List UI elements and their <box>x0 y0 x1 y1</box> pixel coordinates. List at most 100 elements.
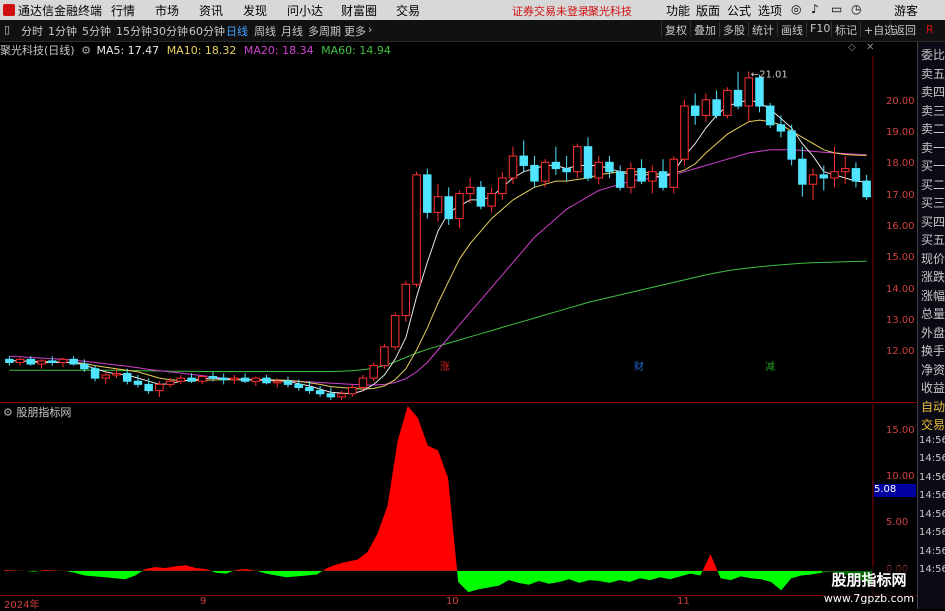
candle[interactable] <box>723 87 732 119</box>
candle[interactable] <box>348 384 357 397</box>
candle[interactable] <box>47 356 57 366</box>
period-tab-monthly[interactable]: 月线 <box>281 23 303 39</box>
candle[interactable] <box>176 374 186 385</box>
side-panel-item[interactable]: 涨跌 <box>921 268 945 285</box>
toolbar-toggle-icon[interactable]: ▯ <box>4 23 10 36</box>
side-panel-item[interactable]: 14:56 <box>919 564 945 575</box>
candle[interactable] <box>230 374 239 385</box>
candle[interactable] <box>519 140 528 172</box>
candle[interactable] <box>283 376 293 388</box>
side-panel-item[interactable]: 交易 <box>921 416 945 433</box>
candle[interactable] <box>58 357 68 368</box>
candle[interactable] <box>562 156 571 182</box>
side-panel-item[interactable]: 买二 <box>921 176 945 193</box>
candle[interactable] <box>594 156 603 185</box>
event-marker[interactable]: 减 <box>765 361 775 373</box>
candle[interactable] <box>862 174 871 200</box>
side-panel-item[interactable]: 委比 <box>921 46 945 63</box>
candle[interactable] <box>37 359 46 369</box>
candle[interactable] <box>197 374 207 385</box>
side-panel-item[interactable]: 卖三 <box>921 102 945 119</box>
menu-formula[interactable]: 公式 <box>727 2 751 19</box>
candle[interactable] <box>101 371 111 385</box>
candle[interactable] <box>808 168 818 200</box>
side-panel-item[interactable]: 总量 <box>921 305 945 322</box>
realtime-r-icon[interactable]: R <box>926 23 934 36</box>
guest-login[interactable]: 游客 <box>894 2 918 19</box>
side-panel-item[interactable]: 卖五 <box>921 65 945 82</box>
side-panel-item[interactable]: 14:56 <box>919 453 945 464</box>
side-panel-item[interactable]: 自动 <box>921 398 945 415</box>
side-panel-item[interactable]: 现价 <box>921 250 945 267</box>
period-tab-minute[interactable]: 分时 <box>21 23 43 39</box>
candle[interactable] <box>840 156 850 185</box>
event-marker[interactable]: 涨 <box>440 361 450 373</box>
side-panel-item[interactable]: 买三 <box>921 194 945 211</box>
menu-discover[interactable]: 发现 <box>243 2 267 19</box>
candle[interactable] <box>615 165 625 191</box>
side-panel-item[interactable]: 卖四 <box>921 83 945 100</box>
candle[interactable] <box>390 312 400 350</box>
candle[interactable] <box>765 102 775 128</box>
candle[interactable] <box>658 159 668 191</box>
candle[interactable] <box>530 156 539 188</box>
candlestick-chart[interactable]: ←21.01←10.40涨财减 <box>0 56 917 400</box>
candle[interactable] <box>358 374 368 391</box>
candle[interactable] <box>573 143 582 178</box>
event-marker[interactable]: 财 <box>634 360 644 373</box>
close-icon[interactable]: ✕ <box>866 42 874 53</box>
candle[interactable] <box>690 93 700 125</box>
side-panel-item[interactable]: 净资 <box>921 361 945 378</box>
candle[interactable] <box>412 171 421 288</box>
period-tab-multi[interactable]: 多周期 <box>308 23 341 39</box>
side-panel-item[interactable]: 卖二 <box>921 120 945 137</box>
candle[interactable] <box>712 90 721 119</box>
draw-button[interactable]: 画线 <box>777 22 806 37</box>
menu-options[interactable]: 选项 <box>758 2 782 19</box>
menu-news[interactable]: 资讯 <box>199 2 223 19</box>
side-panel-item[interactable]: 收益 <box>921 379 945 396</box>
candle[interactable] <box>819 165 829 191</box>
candle[interactable] <box>487 187 496 213</box>
help-icon[interactable]: ◷ <box>851 2 861 16</box>
candle[interactable] <box>851 162 861 188</box>
candle[interactable] <box>583 137 593 182</box>
side-panel-item[interactable]: 换手 <box>921 342 945 359</box>
diamond-icon[interactable]: ◇ <box>848 42 856 53</box>
side-panel-item[interactable]: 外盘 <box>921 324 945 341</box>
candle[interactable] <box>508 146 518 185</box>
candle[interactable] <box>240 373 250 383</box>
side-panel-item[interactable]: 买五 <box>921 231 945 248</box>
candle[interactable] <box>369 362 378 382</box>
side-panel-item[interactable]: 14:56 <box>919 435 945 446</box>
adjust-button[interactable]: 复权 <box>661 22 690 37</box>
candle[interactable] <box>701 93 711 122</box>
period-tab-1min[interactable]: 1分钟 <box>48 23 77 39</box>
candle[interactable] <box>626 162 636 194</box>
candle[interactable] <box>15 357 25 366</box>
candle[interactable] <box>648 165 657 194</box>
candle[interactable] <box>605 156 614 178</box>
menu-market-overview[interactable]: 市场 <box>155 2 179 19</box>
menu-layout[interactable]: 版面 <box>696 2 720 19</box>
period-tab-60min[interactable]: 60分钟 <box>189 23 225 39</box>
candle[interactable] <box>326 387 336 400</box>
candle[interactable] <box>476 181 486 210</box>
candle[interactable] <box>69 356 78 366</box>
side-panel-item[interactable]: 14:56 <box>919 509 945 520</box>
bell-icon[interactable]: ♪ <box>811 2 819 16</box>
side-panel-item[interactable]: 14:56 <box>919 546 945 557</box>
chevron-right-icon[interactable]: › <box>368 23 372 36</box>
candle[interactable] <box>798 146 807 197</box>
side-panel-item[interactable]: 买四 <box>921 213 945 230</box>
candle[interactable] <box>219 373 228 385</box>
mark-button[interactable]: 标记 <box>831 22 860 37</box>
candle[interactable] <box>401 281 411 322</box>
period-tab-30min[interactable]: 30分钟 <box>152 23 188 39</box>
monitor-icon[interactable]: ▭ <box>831 2 842 16</box>
menu-wealth[interactable]: 财富圈 <box>341 2 377 19</box>
side-panel-item[interactable]: 卖一 <box>921 139 945 156</box>
candle[interactable] <box>498 171 507 200</box>
candle[interactable] <box>776 115 786 138</box>
candle[interactable] <box>315 385 325 397</box>
